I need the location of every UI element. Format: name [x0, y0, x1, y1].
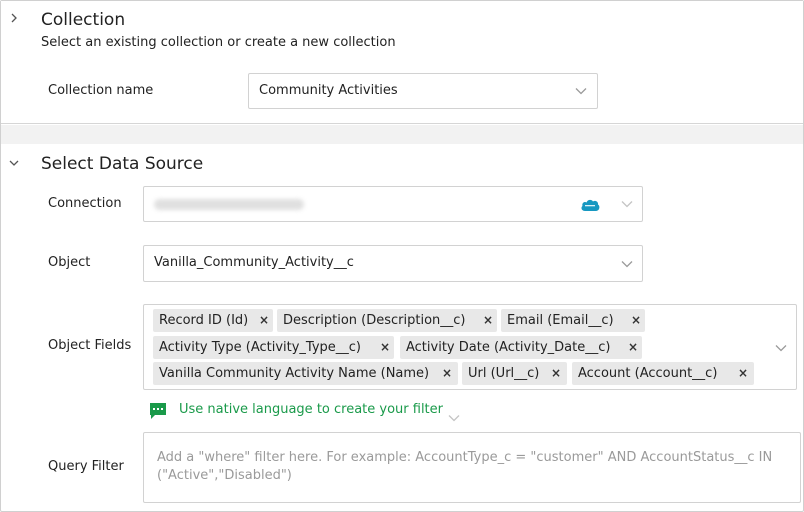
remove-tag-icon[interactable]: × — [631, 309, 641, 332]
field-tag: Url (Url__c) × — [462, 362, 567, 385]
remove-tag-icon[interactable]: × — [259, 309, 269, 332]
collection-subtitle: Select an existing collection or create … — [41, 35, 396, 50]
object-select[interactable]: Vanilla_Community_Activity__c — [143, 245, 643, 282]
field-tag-label: Account (Account__c) — [578, 366, 718, 381]
object-label: Object — [48, 255, 91, 270]
remove-tag-icon[interactable]: × — [551, 362, 561, 385]
object-fields-label: Object Fields — [48, 338, 132, 353]
query-filter-label: Query Filter — [48, 459, 124, 474]
field-tag-label: Activity Date (Activity_Date__c) — [406, 340, 611, 355]
object-fields-multiselect[interactable]: Record ID (Id) × Description (Descriptio… — [143, 304, 797, 390]
data-source-title: Select Data Source — [41, 154, 204, 174]
remove-tag-icon[interactable]: × — [628, 336, 638, 359]
field-tag: Activity Type (Activity_Type__c) × — [153, 336, 394, 359]
chevron-down-icon[interactable] — [448, 407, 460, 422]
chevron-down-icon — [575, 87, 587, 95]
chevron-down-icon — [621, 200, 633, 208]
object-value: Vanilla_Community_Activity__c — [154, 255, 354, 270]
remove-tag-icon[interactable]: × — [442, 362, 452, 385]
collection-name-label: Collection name — [48, 83, 154, 98]
chat-bubble-icon — [148, 402, 168, 420]
remove-tag-icon[interactable]: × — [738, 362, 748, 385]
chevron-down-icon — [621, 260, 633, 268]
section-divider — [1, 125, 803, 144]
field-tag-label: Url (Url__c) — [468, 366, 540, 381]
field-tag: Record ID (Id) × — [153, 309, 273, 332]
query-filter-placeholder: Add a "where" filter here. For example: … — [157, 450, 773, 483]
native-language-link[interactable]: Use native language to create your filte… — [179, 402, 443, 417]
field-tag-label: Vanilla Community Activity Name (Name) — [159, 366, 430, 381]
collection-name-select[interactable]: Community Activities — [248, 73, 598, 109]
field-tag: Email (Email__c) × — [501, 309, 645, 332]
collection-title: Collection — [41, 10, 126, 30]
connection-label: Connection — [48, 196, 122, 211]
chevron-down-icon[interactable] — [775, 344, 787, 352]
field-tag: Account (Account__c) × — [572, 362, 754, 385]
connection-value-redacted — [154, 199, 304, 210]
remove-tag-icon[interactable]: × — [380, 336, 390, 359]
collection-name-value: Community Activities — [259, 83, 398, 98]
chevron-down-icon[interactable] — [8, 157, 20, 169]
remove-tag-icon[interactable]: × — [483, 309, 493, 332]
field-tag: Description (Description__c) × — [277, 309, 497, 332]
field-tag-label: Activity Type (Activity_Type__c) — [159, 340, 362, 355]
field-tag: Vanilla Community Activity Name (Name) × — [153, 362, 458, 385]
salesforce-cloud-icon — [580, 197, 600, 211]
chevron-right-icon[interactable] — [8, 12, 20, 24]
field-tag: Activity Date (Activity_Date__c) × — [400, 336, 642, 359]
field-tag-label: Description (Description__c) — [283, 313, 466, 328]
field-tag-label: Record ID (Id) — [159, 313, 249, 328]
connection-select[interactable] — [143, 186, 643, 222]
field-tag-label: Email (Email__c) — [507, 313, 614, 328]
query-filter-input[interactable]: Add a "where" filter here. For example: … — [143, 432, 801, 503]
